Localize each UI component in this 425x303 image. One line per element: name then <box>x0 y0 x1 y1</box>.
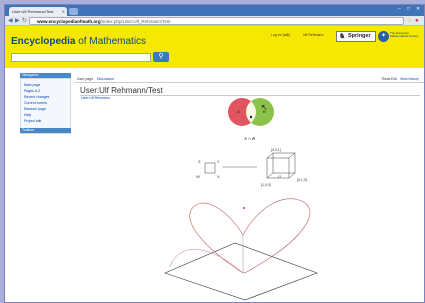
venn-dot <box>249 115 253 119</box>
lemniscate-surface <box>164 198 318 301</box>
square-diagram: Z Y W X <box>196 159 220 179</box>
cube-edge <box>288 152 296 159</box>
square-label-z: Z <box>198 159 201 164</box>
cube-edge <box>266 152 274 159</box>
mouse-cursor-icon: ↖ <box>261 103 268 112</box>
cube-label-o: O <box>278 174 281 179</box>
venn-caption: A ∩ B <box>243 136 255 141</box>
curve-marker <box>243 207 245 209</box>
cube-edge <box>266 172 274 179</box>
square-label-x: X <box>217 174 220 179</box>
cube-label-top: [0,0,1] <box>271 148 281 152</box>
math-figures: A B A ∩ B Z Y W X [0,0,1] [0,1,0] [1,0,0… <box>164 98 318 301</box>
curve-lower-left <box>169 249 244 274</box>
square-label-y: Y <box>217 159 220 164</box>
curve-upper <box>189 198 311 274</box>
square-outline <box>204 162 216 174</box>
venn-label-a: A <box>236 109 240 114</box>
browser-window: User:Ulf Rehmann/Test ✕ – □ ✕ ◀ ▶ ↻ www.… <box>4 4 425 303</box>
cube-label-left: [1,0,0] <box>261 183 271 187</box>
cube-label-right: [0,1,0] <box>297 178 307 182</box>
cube-edge <box>288 172 296 179</box>
square-label-w: W <box>196 174 200 179</box>
